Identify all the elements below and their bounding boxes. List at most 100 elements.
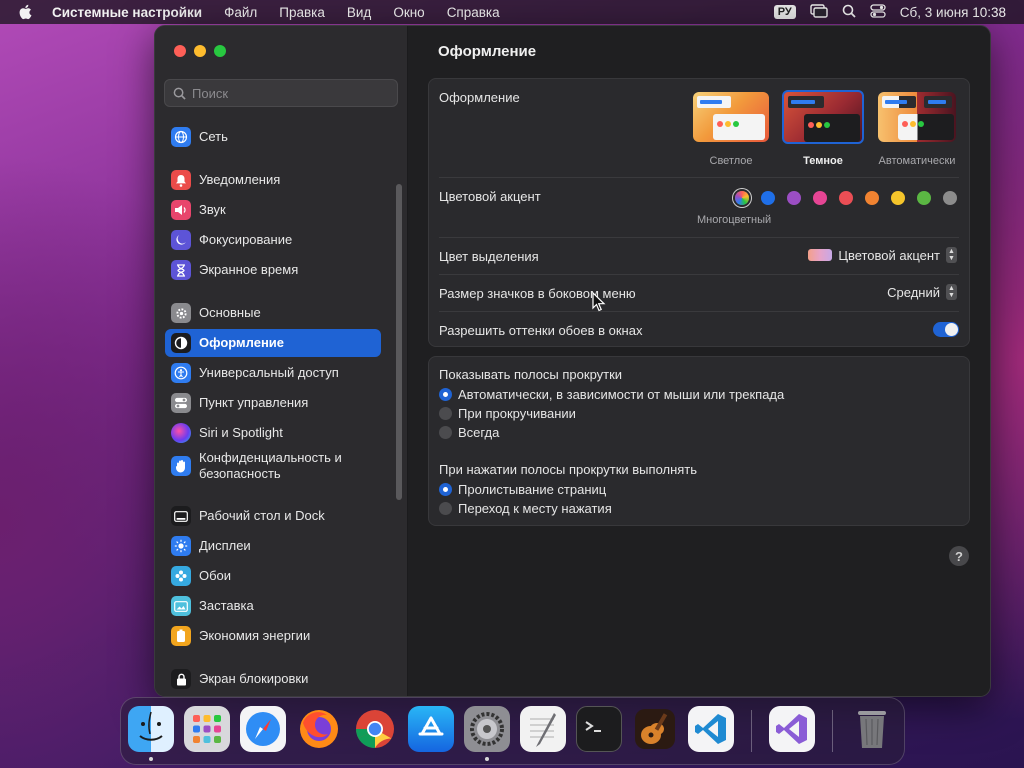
menu-file[interactable]: Файл bbox=[224, 5, 257, 20]
accent-yellow-swatch[interactable] bbox=[891, 191, 905, 205]
accent-graphite-swatch[interactable] bbox=[943, 191, 957, 205]
radio-button[interactable] bbox=[439, 483, 452, 496]
sidebar-item-label: Пункт управления bbox=[199, 395, 309, 410]
spotlight-search-icon[interactable] bbox=[842, 4, 856, 21]
sidebar-item-screen-time[interactable]: Экранное время bbox=[165, 256, 381, 284]
wallpaper-tinting-label: Разрешить оттенки обоев в окнах bbox=[439, 323, 643, 338]
highlight-color-popup[interactable]: Цветовой акцент ▲ ▼ bbox=[808, 247, 957, 263]
running-indicator bbox=[149, 757, 153, 761]
sidebar-item-desktop-dock[interactable]: Рабочий стол и Dock bbox=[165, 502, 381, 530]
radio-button[interactable] bbox=[439, 426, 452, 439]
sidebar-item-appearance[interactable]: Оформление bbox=[165, 329, 381, 357]
sidebar-scrollbar[interactable] bbox=[396, 184, 402, 500]
theme-dark-option[interactable] bbox=[782, 90, 864, 144]
menu-window[interactable]: Окно bbox=[393, 5, 424, 20]
sidebar-item-network[interactable]: Сеть bbox=[165, 123, 381, 151]
appearance-pane: Оформление Оформление Светлое Темное Авт… bbox=[408, 26, 990, 696]
sidebar-item-label: Обои bbox=[199, 568, 232, 583]
network-icon bbox=[171, 127, 191, 147]
sidebar-icon-size-label: Размер значков в боковом меню bbox=[439, 286, 636, 301]
accent-purple-swatch[interactable] bbox=[787, 191, 801, 205]
scrollbars-when-scrolling-option[interactable]: При прокручивании bbox=[439, 406, 576, 421]
sidebar-item-siri-spotlight[interactable]: Siri и Spotlight bbox=[165, 419, 381, 447]
sidebar-item-lock-screen[interactable]: Экран блокировки bbox=[165, 665, 381, 693]
app-store-icon[interactable] bbox=[408, 706, 454, 752]
sidebar-item-focus[interactable]: Фокусирование bbox=[165, 226, 381, 254]
sidebar-item-displays[interactable]: Дисплеи bbox=[165, 532, 381, 560]
accent-pink-swatch[interactable] bbox=[813, 191, 827, 205]
finder-icon[interactable] bbox=[128, 706, 174, 752]
chevron-updown-icon: ▲ ▼ bbox=[946, 247, 957, 263]
accent-red-swatch[interactable] bbox=[839, 191, 853, 205]
launchpad-icon[interactable] bbox=[184, 706, 230, 752]
sidebar-item-notifications[interactable]: Уведомления bbox=[165, 166, 381, 194]
sidebar-icon-size-popup[interactable]: Средний ▲ ▼ bbox=[887, 284, 957, 300]
textedit-icon[interactable] bbox=[520, 706, 566, 752]
radio-label: Переход к месту нажатия bbox=[458, 501, 612, 516]
radio-button[interactable] bbox=[439, 502, 452, 515]
accessibility-icon bbox=[171, 363, 191, 383]
garageband-icon[interactable] bbox=[632, 706, 678, 752]
accent-multicolor-swatch[interactable] bbox=[735, 191, 749, 205]
scroll-click-spot-option[interactable]: Переход к месту нажатия bbox=[439, 501, 612, 516]
chrome-icon[interactable] bbox=[352, 706, 398, 752]
siri-icon bbox=[171, 423, 191, 443]
search-icon bbox=[173, 87, 186, 100]
wallpaper-tinting-toggle[interactable] bbox=[933, 322, 959, 337]
search-field[interactable]: Поиск bbox=[164, 79, 398, 107]
scrollbar-settings-group: Показывать полосы прокрутки Автоматическ… bbox=[428, 356, 970, 526]
sidebar: Поиск Сеть Уведомления Звук Фокусировани bbox=[155, 26, 408, 696]
screensaver-icon bbox=[171, 596, 191, 616]
sidebar-item-screensaver[interactable]: Заставка bbox=[165, 592, 381, 620]
theme-light-option[interactable] bbox=[693, 92, 769, 142]
menu-app-name[interactable]: Системные настройки bbox=[52, 5, 202, 20]
close-button[interactable] bbox=[174, 45, 186, 57]
menu-view[interactable]: Вид bbox=[347, 5, 371, 20]
menu-help[interactable]: Справка bbox=[447, 5, 500, 20]
theme-auto-option[interactable] bbox=[878, 92, 956, 142]
menu-edit[interactable]: Правка bbox=[279, 5, 325, 20]
dock-icon bbox=[171, 506, 191, 526]
sidebar-item-general[interactable]: Основные bbox=[165, 299, 381, 327]
radio-label: Всегда bbox=[458, 425, 500, 440]
radio-button[interactable] bbox=[439, 388, 452, 401]
scrollbars-auto-option[interactable]: Автоматически, в зависимости от мыши или… bbox=[439, 387, 784, 402]
scroll-click-page-option[interactable]: Пролистывание страниц bbox=[439, 482, 606, 497]
sidebar-item-label: Дисплеи bbox=[199, 538, 251, 553]
control-center-icon[interactable] bbox=[870, 3, 886, 21]
input-language-indicator[interactable]: РУ bbox=[773, 5, 796, 19]
accent-orange-swatch[interactable] bbox=[865, 191, 879, 205]
sidebar-item-accessibility[interactable]: Универсальный доступ bbox=[165, 359, 381, 387]
safari-icon[interactable] bbox=[240, 706, 286, 752]
radio-label: Автоматически, в зависимости от мыши или… bbox=[458, 387, 785, 402]
visual-studio-icon[interactable] bbox=[769, 706, 815, 752]
scrollbars-always-option[interactable]: Всегда bbox=[439, 425, 499, 440]
apple-menu-icon[interactable] bbox=[18, 4, 36, 20]
radio-button[interactable] bbox=[439, 407, 452, 420]
accent-selected-caption: Многоцветный bbox=[697, 214, 772, 226]
help-button[interactable]: ? bbox=[949, 546, 969, 566]
firefox-icon[interactable] bbox=[296, 706, 342, 752]
system-settings-icon[interactable] bbox=[464, 706, 510, 752]
vscode-icon[interactable] bbox=[688, 706, 734, 752]
theme-auto-caption: Автоматически bbox=[878, 155, 956, 167]
accent-green-swatch[interactable] bbox=[917, 191, 931, 205]
theme-dark-caption: Темное bbox=[803, 155, 843, 167]
terminal-icon[interactable] bbox=[576, 706, 622, 752]
sidebar-item-energy-saver[interactable]: Экономия энергии bbox=[165, 622, 381, 650]
screen-mirroring-icon[interactable] bbox=[810, 3, 828, 21]
sidebar-item-control-center[interactable]: Пункт управления bbox=[165, 389, 381, 417]
highlight-color-label: Цвет выделения bbox=[439, 249, 539, 264]
minimize-button[interactable] bbox=[194, 45, 206, 57]
sidebar-item-sound[interactable]: Звук bbox=[165, 196, 381, 224]
divider bbox=[439, 311, 959, 312]
zoom-button[interactable] bbox=[214, 45, 226, 57]
accent-blue-swatch[interactable] bbox=[761, 191, 775, 205]
trash-icon[interactable] bbox=[849, 706, 895, 752]
accent-color-label: Цветовой акцент bbox=[439, 189, 541, 204]
sidebar-item-wallpaper[interactable]: Обои bbox=[165, 562, 381, 590]
sidebar-item-privacy-security[interactable]: Конфиденциальность и безопасность bbox=[165, 447, 381, 485]
sidebar-item-label: Рабочий стол и Dock bbox=[199, 508, 325, 523]
bell-icon bbox=[171, 170, 191, 190]
menu-clock[interactable]: Сб, 3 июня 10:38 bbox=[900, 5, 1006, 20]
